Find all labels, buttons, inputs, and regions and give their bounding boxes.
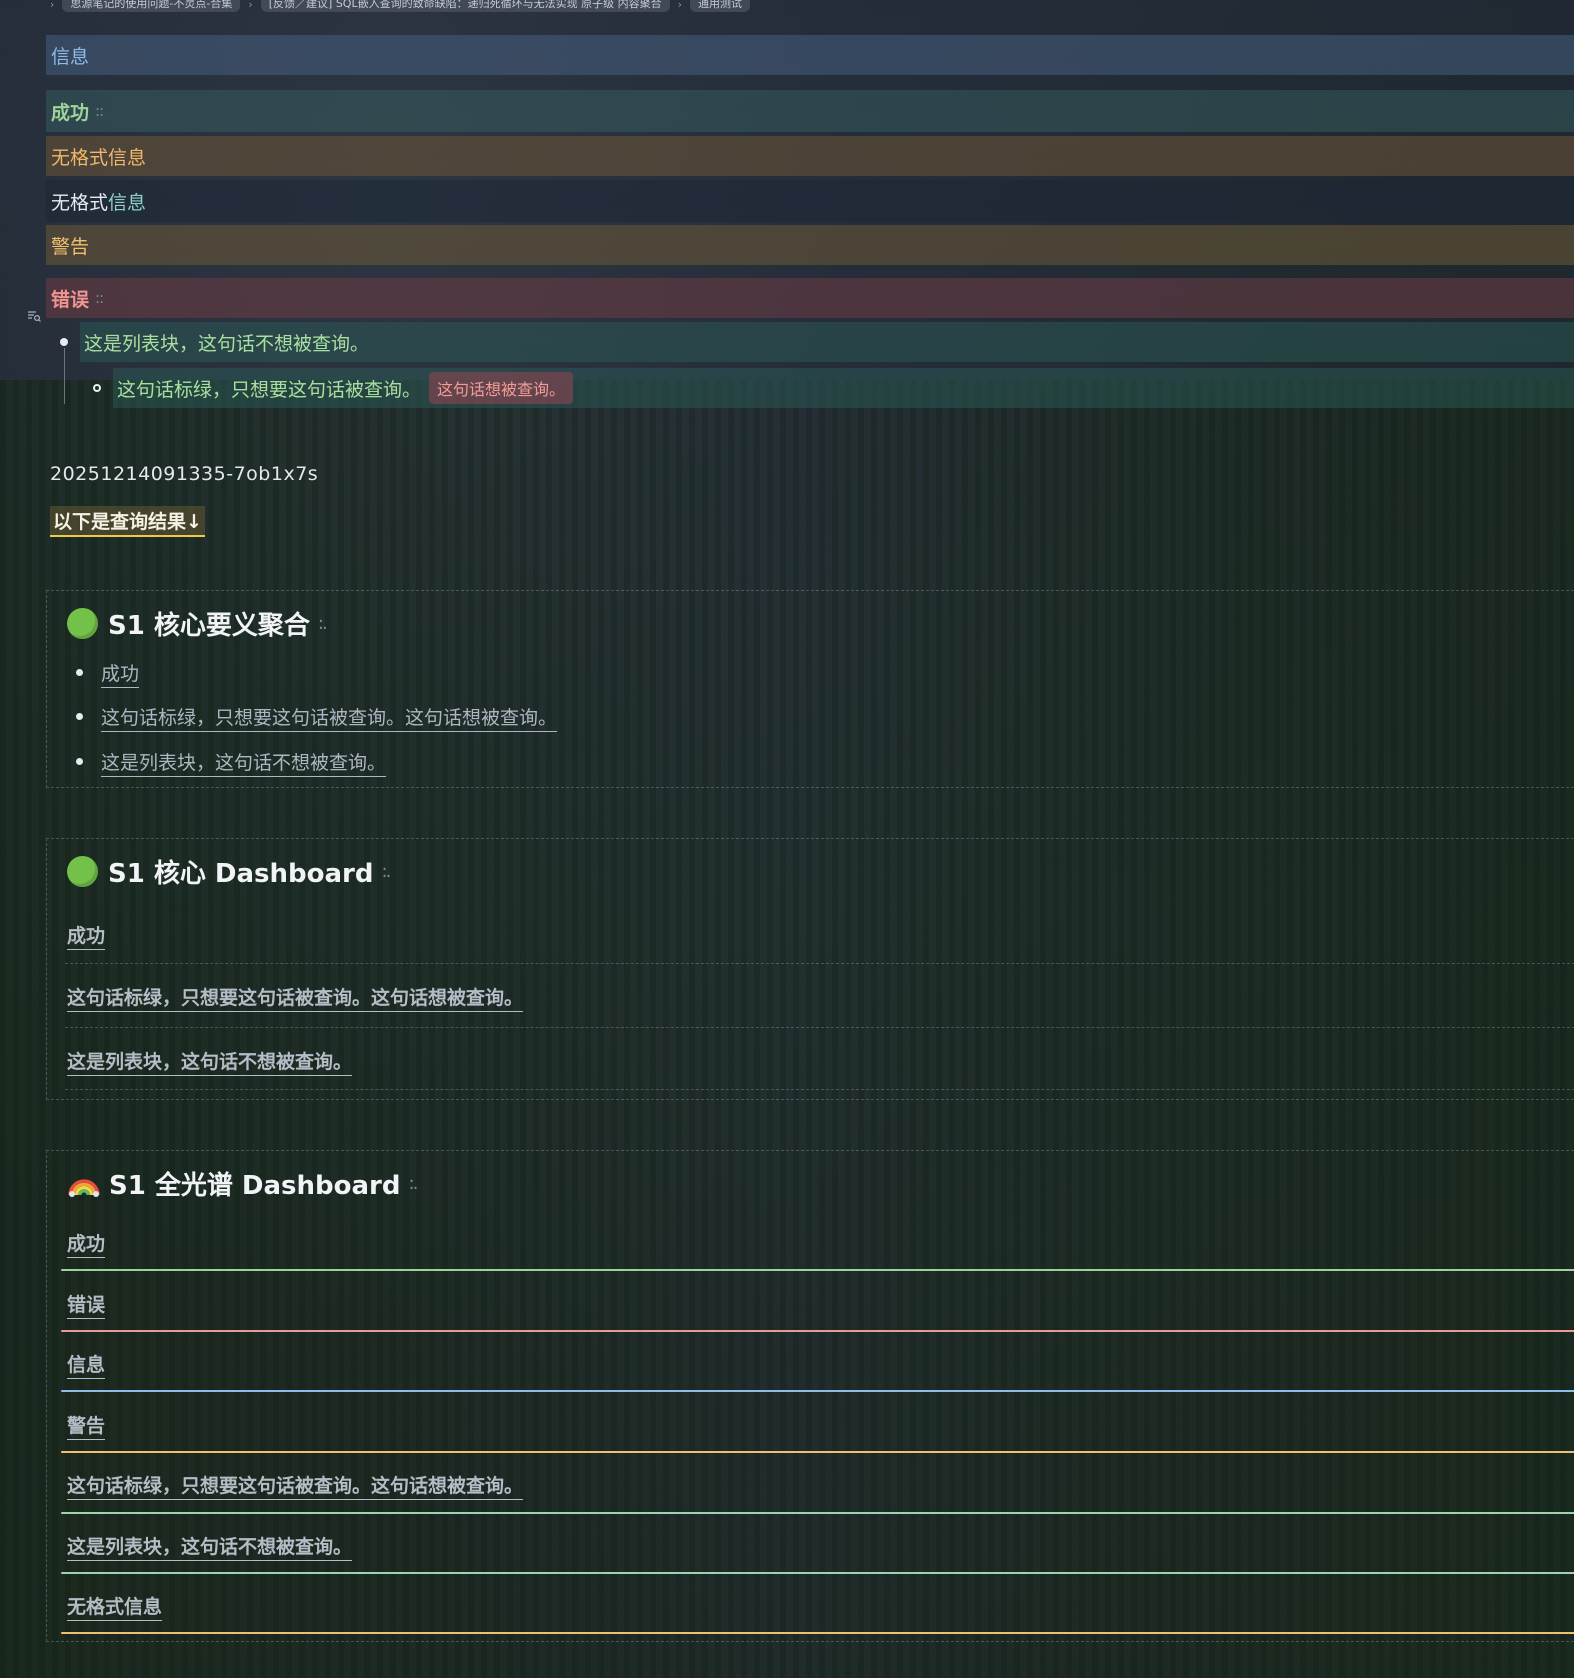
list-item[interactable]: 这句话标绿，只想要这句话被查询。 这句话想被查询。 <box>113 368 1574 408</box>
breadcrumb-separator: › <box>677 0 682 11</box>
breadcrumb-separator: › <box>50 0 55 11</box>
dashboard-item[interactable]: 警告 <box>67 1411 106 1440</box>
query-embed-panel-2[interactable]: S1 核心 Dashboard :. 成功 这句话标绿，只想要这句话被查询。这句… <box>46 838 1574 1100</box>
dashboard-item[interactable]: 这句话标绿，只想要这句话被查询。这句话想被查询。 <box>67 1471 524 1500</box>
list-search-icon[interactable] <box>27 311 41 325</box>
panel-title-text: S1 核心 Dashboard <box>108 859 374 889</box>
drag-handle-icon[interactable]: :: <box>95 289 104 307</box>
dashboard-item[interactable]: 这是列表块，这句话不想被查询。 <box>67 1047 353 1076</box>
spectrum-divider <box>61 1330 1574 1332</box>
dashboard-item-text: 错误 <box>67 1294 106 1319</box>
spectrum-divider <box>61 1512 1574 1514</box>
dashboard-item-text: 这句话标绿，只想要这句话被查询。这句话想被查询。 <box>67 987 524 1012</box>
list-bullet <box>76 758 83 765</box>
success-heading-block[interactable]: 成功 :: <box>46 90 1574 132</box>
dashboard-item-text: 成功 <box>67 1233 106 1258</box>
dashboard-item-text: 无格式信息 <box>67 1596 163 1621</box>
divider <box>65 1089 1574 1091</box>
spectrum-divider <box>61 1572 1574 1574</box>
breadcrumb-separator: › <box>248 0 253 11</box>
dashboard-item-text: 信息 <box>67 1354 106 1379</box>
list-item-text: 这句话标绿，只想要这句话被查询。这句话想被查询。 <box>101 707 558 732</box>
error-heading-block[interactable]: 错误 :: <box>46 278 1574 318</box>
spectrum-divider <box>61 1390 1574 1392</box>
divider <box>65 963 1574 965</box>
query-embed-panel-3[interactable]: S1 全光谱 Dashboard :. 成功 错误 信息 警告 这句话标绿，只想… <box>46 1150 1574 1642</box>
warning-block[interactable]: 警告 <box>46 225 1574 265</box>
dashboard-item[interactable]: 这句话标绿，只想要这句话被查询。这句话想被查询。 <box>67 983 524 1012</box>
panel-title: S1 全光谱 Dashboard :. <box>67 1165 419 1202</box>
green-circle-icon <box>67 856 98 887</box>
drag-handle-icon[interactable]: :: <box>95 102 104 120</box>
list-bullet[interactable] <box>60 338 68 346</box>
highlight-tag: 这句话想被查询。 <box>429 372 574 404</box>
panel-title-text: S1 核心要义聚合 <box>108 611 310 641</box>
list-item-text: 成功 <box>101 663 140 688</box>
drag-handle-icon[interactable]: :. <box>409 1173 419 1194</box>
spectrum-divider <box>61 1269 1574 1271</box>
dashboard-item-text: 成功 <box>67 925 106 950</box>
dashboard-item-text: 这是列表块，这句话不想被查询。 <box>67 1536 353 1561</box>
dashboard-item[interactable]: 成功 <box>67 1229 106 1258</box>
breadcrumb-item-3[interactable]: 通用测试 <box>690 0 750 12</box>
spectrum-divider <box>61 1632 1574 1634</box>
list-bullet <box>76 669 83 676</box>
info-block[interactable]: 信息 <box>46 35 1574 75</box>
panel-title: S1 核心要义聚合 :. <box>67 605 328 642</box>
error-text: 错误 <box>51 288 90 311</box>
dashboard-item-text: 这是列表块，这句话不想被查询。 <box>67 1051 353 1076</box>
list-item-text: 这是列表块，这句话不想被查询。 <box>101 752 387 777</box>
breadcrumb-item-2[interactable]: [反馈／建议] SQL嵌入查询的致命缺陷：递归死循环与无法实现 原子级 内容聚合 <box>260 0 670 12</box>
plain-orange-text: 无格式信息 <box>51 146 147 169</box>
success-text: 成功 <box>51 101 90 124</box>
list-bullet <box>76 713 83 720</box>
query-result-label: 以下是查询结果↓ <box>50 506 205 537</box>
editor-content: › 思源笔记的使用问题-不灵点-合集 › [反馈／建议] SQL嵌入查询的致命缺… <box>0 0 1574 1678</box>
dashboard-item[interactable]: 错误 <box>67 1290 106 1319</box>
divider <box>65 1027 1574 1029</box>
info-text: 信息 <box>51 45 90 68</box>
list-item[interactable]: 这句话标绿，只想要这句话被查询。这句话想被查询。 <box>101 703 558 732</box>
list-item-text: 这句话标绿，只想要这句话被查询。 <box>117 378 422 401</box>
dashboard-item[interactable]: 无格式信息 <box>67 1592 163 1621</box>
list-bullet[interactable] <box>93 384 101 392</box>
plain-block[interactable]: 无格式 信息 <box>46 180 1574 222</box>
plain-orange-block[interactable]: 无格式信息 <box>46 136 1574 176</box>
green-circle-icon <box>67 608 98 639</box>
list-guide-line <box>64 348 65 404</box>
dashboard-item-text: 这句话标绿，只想要这句话被查询。这句话想被查询。 <box>67 1475 524 1500</box>
panel-title: S1 核心 Dashboard :. <box>67 853 392 890</box>
list-item-text: 这是列表块，这句话不想被查询。 <box>84 332 370 355</box>
drag-handle-icon[interactable]: :. <box>318 613 328 634</box>
query-embed-panel-1[interactable]: S1 核心要义聚合 :. 成功 这句话标绿，只想要这句话被查询。这句话想被查询。… <box>46 590 1574 788</box>
warning-text: 警告 <box>51 235 90 258</box>
document-id: 20251214091335-7ob1x7s <box>50 463 319 485</box>
breadcrumb: › 思源笔记的使用问题-不灵点-合集 › [反馈／建议] SQL嵌入查询的致命缺… <box>50 0 750 12</box>
list-item[interactable]: 这是列表块，这句话不想被查询。 <box>80 322 1574 362</box>
list-item[interactable]: 成功 <box>101 659 140 688</box>
list-item[interactable]: 这是列表块，这句话不想被查询。 <box>101 748 387 777</box>
spectrum-divider <box>61 1451 1574 1453</box>
plain-highlight-text: 信息 <box>108 191 147 214</box>
breadcrumb-item-1[interactable]: 思源笔记的使用问题-不灵点-合集 <box>62 0 241 12</box>
panel-title-text: S1 全光谱 Dashboard <box>109 1171 401 1201</box>
dashboard-item[interactable]: 这是列表块，这句话不想被查询。 <box>67 1532 353 1561</box>
drag-handle-icon[interactable]: :. <box>382 861 392 882</box>
dashboard-item[interactable]: 成功 <box>67 921 106 950</box>
dashboard-item[interactable]: 信息 <box>67 1350 106 1379</box>
plain-prefix-text: 无格式 <box>51 191 109 214</box>
rainbow-icon <box>67 1171 101 1197</box>
dashboard-item-text: 警告 <box>67 1415 106 1440</box>
